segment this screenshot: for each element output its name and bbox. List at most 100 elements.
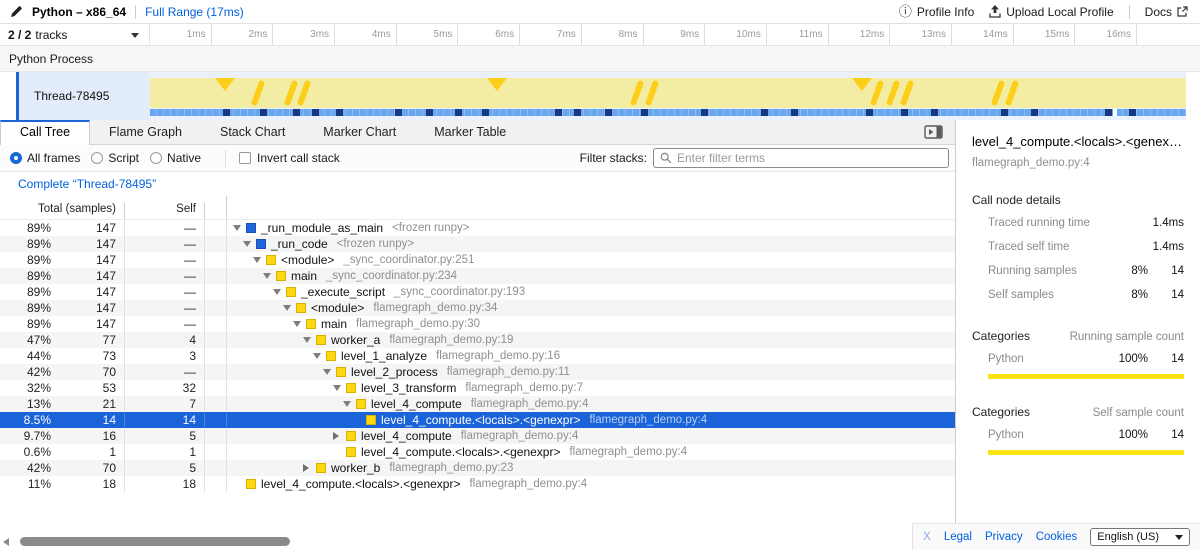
table-row[interactable]: 89%147—_execute_script_sync_coordinator.… (0, 284, 955, 300)
row-category-cell (205, 412, 227, 428)
tracks-count: 2 / 2 (8, 28, 31, 42)
expander-toggle[interactable] (243, 241, 256, 247)
expander-toggle[interactable] (303, 337, 316, 343)
expander-toggle[interactable] (313, 353, 326, 359)
track-marker-triangle[interactable] (852, 78, 872, 91)
row-self-samples: 32 (125, 380, 205, 396)
track-marker-slash[interactable] (630, 80, 645, 106)
expander-toggle[interactable] (323, 369, 336, 375)
filter-stacks-input[interactable] (677, 151, 942, 165)
table-row[interactable]: 89%147—main_sync_coordinator.py:234 (0, 268, 955, 284)
sample-navy-segment (574, 109, 581, 116)
column-header-self[interactable]: Self (125, 203, 205, 219)
table-row[interactable]: 89%147—<module>_sync_coordinator.py:251 (0, 252, 955, 268)
function-file-line: flamegraph_demo.py:4 (589, 412, 707, 428)
table-row[interactable]: 42%705worker_bflamegraph_demo.py:23 (0, 460, 955, 476)
track-marker-slash[interactable] (886, 80, 901, 106)
track-marker-slash[interactable] (1005, 80, 1020, 106)
process-track-python[interactable]: Python Process (0, 46, 1200, 72)
docs-button[interactable]: Docs (1145, 5, 1188, 19)
category-color-square (256, 239, 266, 249)
sample-gap (1113, 109, 1117, 116)
track-marker-triangle[interactable] (487, 78, 507, 91)
tab-call-tree[interactable]: Call Tree (0, 120, 90, 145)
sample-density-strip[interactable] (150, 109, 1186, 116)
expander-toggle[interactable] (233, 225, 246, 231)
ruler-tick: 3ms (273, 24, 335, 45)
table-row[interactable]: 11%1818level_4_compute.<locals>.<genexpr… (0, 476, 955, 492)
category-color-square (246, 479, 256, 489)
expander-toggle[interactable] (263, 273, 276, 279)
call-node-sidebar: level_4_compute.<locals>.<genexpr> flame… (955, 120, 1200, 550)
tracks-dropdown[interactable]: 2 / 2 tracks (0, 24, 150, 45)
expander-toggle[interactable] (343, 401, 356, 407)
expander-toggle[interactable] (293, 321, 306, 327)
filter-label: Filter stacks: (580, 151, 647, 165)
scrollbar-left-arrow[interactable] (3, 538, 9, 546)
breadcrumb-root-link[interactable]: Complete “Thread-78495” (18, 177, 156, 191)
footer-link-legal[interactable]: Legal (944, 531, 972, 543)
footer-link-cookies[interactable]: Cookies (1036, 531, 1078, 543)
radio-native[interactable]: Native (150, 151, 201, 165)
triangle-down-icon (303, 337, 311, 343)
expander-toggle[interactable] (333, 432, 346, 440)
row-category-cell (205, 268, 227, 284)
page-footer: X Legal Privacy Cookies English (US) (912, 523, 1200, 550)
sidebar-toggle-icon[interactable] (924, 125, 943, 139)
track-marker-slash[interactable] (900, 80, 915, 106)
table-row[interactable]: 44%733level_1_analyzeflamegraph_demo.py:… (0, 348, 955, 364)
track-marker-slash[interactable] (991, 80, 1006, 106)
upload-profile-button[interactable]: Upload Local Profile (989, 5, 1113, 19)
ruler-tick: 8ms (582, 24, 644, 45)
activity-band[interactable] (150, 78, 1186, 108)
table-row[interactable]: 42%70—level_2_processflamegraph_demo.py:… (0, 364, 955, 380)
table-row[interactable]: 47%774worker_aflamegraph_demo.py:19 (0, 332, 955, 348)
track-marker-slash[interactable] (251, 80, 266, 106)
ruler-tick: 5ms (397, 24, 459, 45)
expander-toggle[interactable] (283, 305, 296, 311)
search-icon (660, 152, 672, 164)
language-select[interactable]: English (US) (1090, 528, 1190, 546)
table-row[interactable]: 89%147—_run_module_as_main<frozen runpy> (0, 220, 955, 236)
sample-navy-segment (866, 109, 873, 116)
chevron-down-icon (1175, 535, 1183, 540)
radio-label: Native (167, 151, 201, 165)
table-row[interactable]: 89%147—mainflamegraph_demo.py:30 (0, 316, 955, 332)
track-marker-slash[interactable] (297, 80, 312, 106)
table-row[interactable]: 9.7%165level_4_computeflamegraph_demo.py… (0, 428, 955, 444)
tab-marker-chart[interactable]: Marker Chart (304, 120, 415, 145)
table-row[interactable]: 32%5332level_3_transformflamegraph_demo.… (0, 380, 955, 396)
expander-toggle[interactable] (273, 289, 286, 295)
thread-track-label[interactable]: Thread-78495 (19, 72, 150, 120)
scrollbar-thumb[interactable] (20, 537, 290, 546)
track-marker-slash[interactable] (645, 80, 660, 106)
footer-link-x[interactable]: X (923, 531, 931, 543)
tab-stack-chart[interactable]: Stack Chart (201, 120, 304, 145)
category-percent: 100% (1108, 428, 1148, 443)
function-name: _execute_script (301, 284, 385, 300)
track-marker-slash[interactable] (284, 80, 299, 106)
thread-activity-graph[interactable] (150, 72, 1186, 120)
expander-toggle[interactable] (333, 385, 346, 391)
table-row[interactable]: 89%147—<module>flamegraph_demo.py:34 (0, 300, 955, 316)
table-row[interactable]: 13%217level_4_computeflamegraph_demo.py:… (0, 396, 955, 412)
track-marker-triangle[interactable] (215, 78, 235, 91)
tab-flame-graph[interactable]: Flame Graph (90, 120, 201, 145)
table-row[interactable]: 0.6%11level_4_compute.<locals>.<genexpr>… (0, 444, 955, 460)
table-row[interactable]: 8.5%1414level_4_compute.<locals>.<genexp… (0, 412, 955, 428)
profile-info-button[interactable]: ⓘ Profile Info (899, 5, 974, 19)
table-row[interactable]: 89%147—_run_code<frozen runpy> (0, 236, 955, 252)
process-label: Python Process (9, 52, 93, 66)
full-range-link[interactable]: Full Range (17ms) (145, 5, 244, 19)
footer-link-privacy[interactable]: Privacy (985, 531, 1023, 543)
column-header-total[interactable]: Total (samples) (0, 203, 125, 219)
edit-pencil-icon[interactable] (10, 5, 23, 18)
expander-toggle[interactable] (253, 257, 266, 263)
radio-script[interactable]: Script (91, 151, 139, 165)
radio-all-frames[interactable]: All frames (10, 151, 80, 165)
expander-toggle[interactable] (303, 464, 316, 472)
invert-call-stack-checkbox[interactable]: Invert call stack (239, 151, 340, 165)
category-row: Python 100% 14 (972, 352, 1184, 367)
categories-header: Categories Running sample count (972, 329, 1184, 343)
tab-marker-table[interactable]: Marker Table (415, 120, 525, 145)
